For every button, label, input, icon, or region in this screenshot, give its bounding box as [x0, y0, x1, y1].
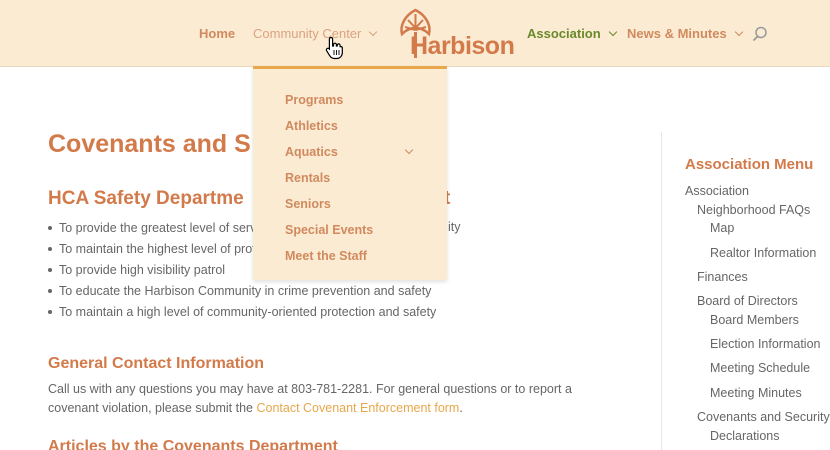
dropdown-item-programs[interactable]: Programs — [285, 93, 415, 107]
sidebar-divider — [661, 132, 662, 450]
sidebar-item-map[interactable]: Map — [710, 221, 734, 235]
dropdown-item-special-events[interactable]: Special Events — [285, 223, 415, 237]
sidebar-item-finances[interactable]: Finances — [697, 270, 748, 284]
dropdown-item-athletics[interactable]: Athletics — [285, 119, 415, 133]
sidebar-item-meeting-minutes[interactable]: Meeting Minutes — [710, 386, 802, 400]
bullet-tail-text: ity — [448, 220, 461, 234]
sidebar-item-meeting-schedule[interactable]: Meeting Schedule — [710, 361, 810, 375]
sidebar-item-neighborhood-faqs[interactable]: Neighborhood FAQs — [697, 203, 810, 217]
chevron-down-icon — [608, 27, 617, 37]
list-item: To maintain a high level of community-or… — [48, 302, 436, 323]
site-header: Home Community Center Harbison Associati… — [0, 0, 830, 67]
articles-heading: Articles by the Covenants Department — [48, 438, 338, 450]
sidebar-item-covenants-and-security[interactable]: Covenants and Security — [697, 410, 830, 424]
contact-text-end: . — [459, 401, 463, 415]
list-item: To educate the Harbison Community in cri… — [48, 281, 436, 302]
dropdown-item-rentals[interactable]: Rentals — [285, 171, 415, 185]
sidebar-item-realtor-information[interactable]: Realtor Information — [710, 246, 816, 260]
page-title: Covenants and S — [48, 130, 251, 158]
logo-text: Harbison — [410, 32, 515, 60]
sidebar-item-association[interactable]: Association — [685, 184, 749, 198]
nav-home[interactable]: Home — [199, 26, 235, 41]
sidebar-item-board-members[interactable]: Board Members — [710, 313, 799, 327]
nav-news-label: News & Minutes — [627, 26, 727, 41]
dept-heading: HCA Safety Departme — [48, 188, 244, 209]
contact-heading: General Contact Information — [48, 355, 265, 372]
chevron-down-icon — [369, 27, 378, 37]
nav-community-center[interactable]: Community Center — [253, 26, 378, 41]
hand-cursor-icon — [325, 36, 343, 60]
dropdown-item-aquatics[interactable]: Aquatics — [285, 145, 415, 159]
contact-form-link[interactable]: Contact Covenant Enforcement form — [256, 401, 459, 415]
sidebar-item-board-of-directors[interactable]: Board of Directors — [697, 294, 798, 308]
sidebar-item-declarations[interactable]: Declarations — [710, 429, 779, 443]
nav-association-label: Association — [527, 26, 601, 41]
chevron-down-icon — [734, 27, 743, 37]
dropdown-item-meet-the-staff[interactable]: Meet the Staff — [285, 249, 415, 263]
nav-home-label: Home — [199, 26, 236, 41]
dropdown-item-seniors[interactable]: Seniors — [285, 197, 415, 211]
sidebar-item-election-information[interactable]: Election Information — [710, 337, 820, 351]
dropdown-item-aquatics-label: Aquatics — [285, 145, 338, 159]
contact-paragraph: Call us with any questions you may have … — [48, 380, 608, 418]
community-center-dropdown: Programs Athletics Aquatics Rentals Seni… — [253, 66, 447, 280]
chevron-down-icon — [404, 145, 414, 155]
nav-news-minutes[interactable]: News & Minutes — [627, 26, 743, 41]
sidebar-title: Association Menu — [685, 156, 814, 173]
search-icon[interactable] — [752, 26, 768, 42]
nav-association[interactable]: Association — [527, 26, 617, 41]
